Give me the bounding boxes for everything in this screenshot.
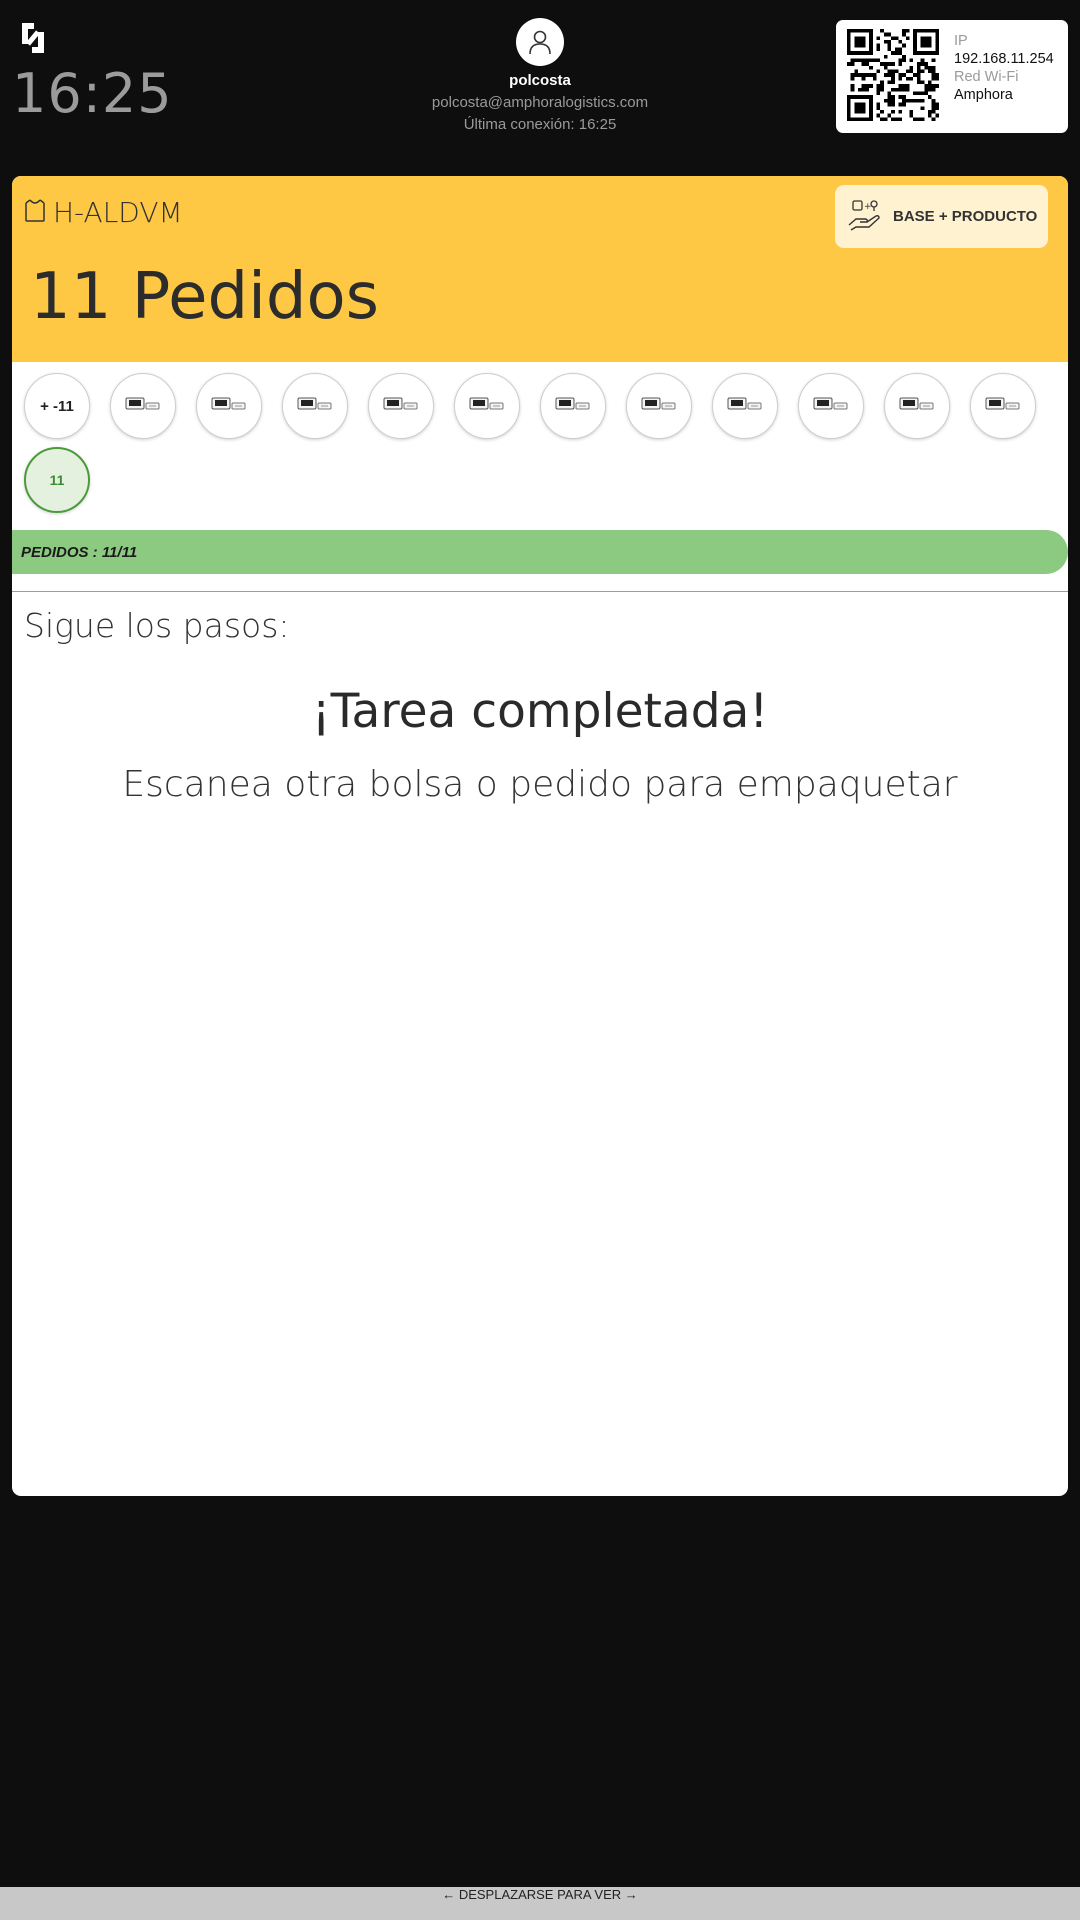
product-image-icon	[382, 396, 420, 417]
product-order-button[interactable]	[712, 373, 778, 439]
product-image-icon	[296, 396, 334, 417]
product-order-button[interactable]	[196, 373, 262, 439]
hand-products-icon: +	[847, 198, 883, 235]
clock: 16:25	[12, 62, 173, 125]
orders-progress-bar: PEDIDOS : 11/11	[12, 530, 1068, 574]
completed-subtitle: Escanea otra bolsa o pedido para empaque…	[122, 764, 958, 805]
user-name: polcosta	[509, 72, 571, 89]
product-order-button[interactable]	[110, 373, 176, 439]
wifi-value: Amphora	[954, 87, 1013, 103]
ip-value: 192.168.11.254	[954, 51, 1054, 67]
product-image-icon	[554, 396, 592, 417]
wifi-label: Red Wi-Fi	[954, 69, 1019, 85]
steps-title: Sigue los pasos:	[24, 606, 290, 645]
product-image-icon	[640, 396, 678, 417]
network-info: IP 192.168.11.254 Red Wi-Fi Amphora	[954, 32, 1054, 104]
product-order-button[interactable]	[454, 373, 520, 439]
packing-panel: H-ALDVM 11 Pedidos + BASE + PRODUCTO + -…	[12, 176, 1068, 1496]
product-image-icon	[726, 396, 764, 417]
product-image-icon	[124, 396, 162, 417]
product-image-icon	[812, 396, 850, 417]
product-order-button[interactable]	[282, 373, 348, 439]
network-card: IP 192.168.11.254 Red Wi-Fi Amphora	[836, 20, 1068, 133]
product-order-button[interactable]	[626, 373, 692, 439]
completed-title: ¡Tarea completada!	[311, 684, 769, 739]
ip-label: IP	[954, 33, 968, 49]
user-icon	[516, 18, 564, 66]
product-image-icon	[210, 396, 248, 417]
user-info: polcosta polcosta@amphoralogistics.com Ú…	[390, 18, 690, 133]
qr-code-icon[interactable]	[847, 29, 939, 121]
product-order-button[interactable]	[540, 373, 606, 439]
orders-title: 11 Pedidos	[30, 260, 379, 334]
panel-header: H-ALDVM 11 Pedidos + BASE + PRODUCTO	[12, 176, 1068, 362]
product-order-button[interactable]	[970, 373, 1036, 439]
bag-row: H-ALDVM	[23, 196, 183, 229]
product-image-icon	[898, 396, 936, 417]
user-email: polcosta@amphoralogistics.com	[431, 94, 649, 111]
product-order-button[interactable]	[368, 373, 434, 439]
product-image-icon	[468, 396, 506, 417]
base-product-button[interactable]: + BASE + PRODUCTO	[835, 185, 1048, 248]
divider	[12, 591, 1068, 592]
amphora-logo	[16, 20, 50, 56]
completed-orders-badge[interactable]: 11	[24, 447, 90, 513]
product-order-button[interactable]	[884, 373, 950, 439]
orders-progress-label: PEDIDOS : 11/11	[21, 543, 138, 561]
base-product-label: BASE + PRODUCTO	[893, 208, 1038, 225]
last-connection: Última conexión: 16:25	[463, 116, 617, 133]
scroll-hint: ← DESPLAZARSE PARA VER →	[0, 1887, 1080, 1920]
product-order-button[interactable]	[798, 373, 864, 439]
plus-orders-button[interactable]: + -11	[24, 373, 90, 439]
bag-icon	[23, 197, 47, 228]
plus-orders-label: + -11	[40, 397, 74, 415]
product-image-icon	[984, 396, 1022, 417]
bag-code: H-ALDVM	[53, 196, 183, 229]
